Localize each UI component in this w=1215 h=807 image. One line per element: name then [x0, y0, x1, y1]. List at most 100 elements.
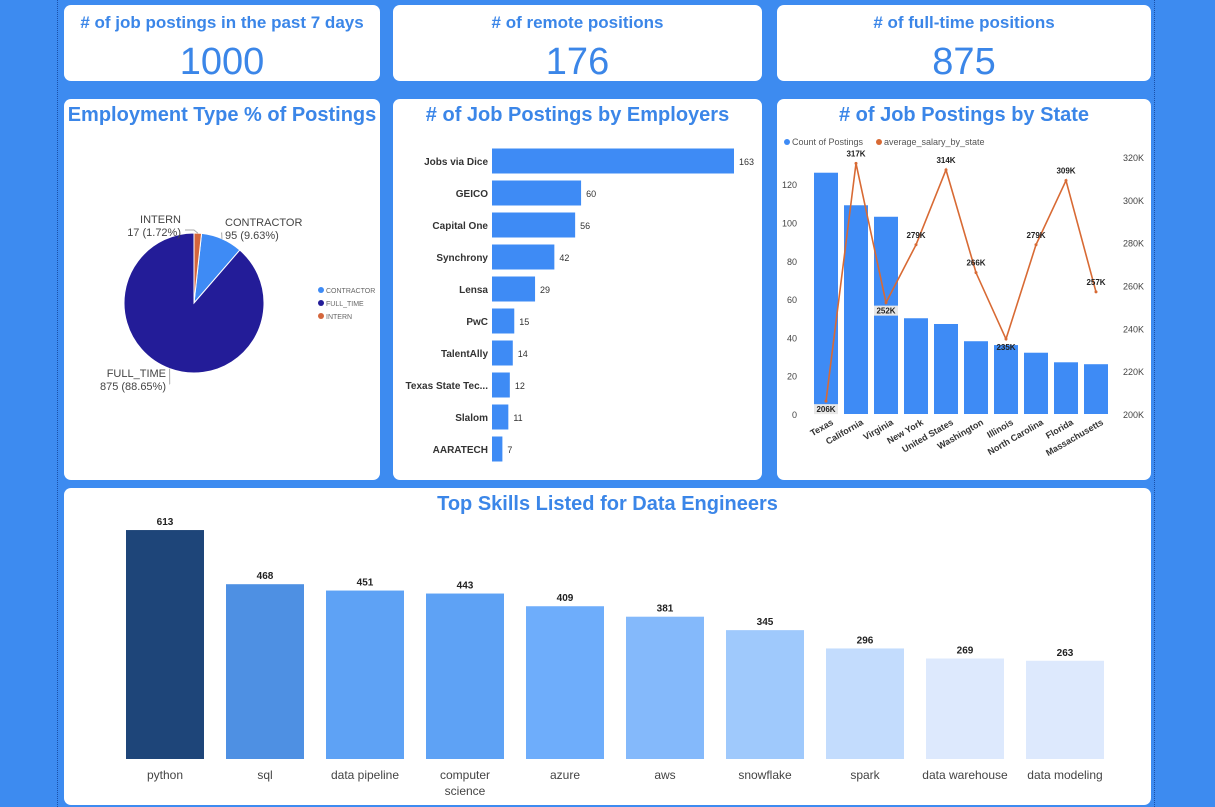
line-point: [1064, 179, 1068, 183]
state-combo-chart: Count of Postings average_salary_by_state…: [782, 137, 1144, 458]
category-label: GEICO: [456, 189, 488, 200]
line-point: [824, 399, 828, 403]
legend-label: FULL_TIME: [326, 301, 364, 308]
data-label: 613: [157, 517, 174, 528]
kpi-card-postings: # of job postings in the past 7 days 100…: [64, 5, 380, 81]
bar: [492, 404, 509, 430]
legend-label: INTERN: [326, 314, 352, 321]
bar: [492, 276, 536, 302]
bar: [904, 318, 928, 414]
category-label: python: [147, 768, 183, 782]
category-label: Jobs via Dice: [424, 157, 488, 168]
legend-marker: [784, 139, 790, 145]
category-label: TalentAlly: [441, 349, 488, 360]
bar: [844, 205, 868, 414]
bar: [492, 308, 515, 334]
bar: [1024, 352, 1048, 414]
bar: [492, 148, 734, 174]
data-label: 263: [1057, 648, 1074, 659]
legend-marker: [318, 300, 324, 306]
data-label: 279K: [906, 231, 925, 240]
bar: [326, 590, 404, 759]
bar: [526, 606, 604, 759]
bar: [964, 341, 988, 414]
bar: [492, 372, 510, 398]
legend-marker: [318, 313, 324, 319]
category-label: science: [445, 784, 486, 798]
y-tick-left: 40: [787, 333, 797, 343]
skills-bar-chart: 613 python 468 sql 451 data pipeline 443 comput…: [126, 517, 1104, 798]
y-tick-left: 20: [787, 372, 797, 382]
canvas-edge-right: [1154, 0, 1155, 807]
line-point: [1094, 290, 1098, 294]
y-tick-right: 240K: [1123, 324, 1144, 334]
bar: [492, 180, 582, 206]
slice-value: 17 (1.72%): [127, 227, 181, 239]
data-label: 317K: [846, 149, 865, 158]
data-label: 235K: [996, 343, 1015, 352]
line-point: [944, 168, 948, 172]
data-label: 252K: [876, 307, 895, 316]
slice-value: 95 (9.63%): [225, 230, 279, 242]
employment-pie-chart: CONTRACTOR95 (9.63%)INTERN17 (1.72%)FULL…: [100, 214, 375, 393]
category-label: data pipeline: [331, 768, 399, 782]
line-point: [884, 301, 888, 305]
data-label: 409: [557, 593, 574, 604]
slice-label: FULL_TIME: [107, 368, 166, 380]
y-tick-right: 200K: [1123, 410, 1144, 420]
kpi-value: 1000: [179, 41, 265, 81]
legend-marker: [876, 139, 882, 145]
data-label: 314K: [936, 156, 955, 165]
data-label: 206K: [816, 405, 835, 414]
y-tick-left: 100: [782, 219, 797, 229]
data-label: 309K: [1056, 167, 1075, 176]
legend-label: Count of Postings: [792, 137, 864, 147]
line-point: [854, 161, 858, 165]
data-label: 381: [657, 604, 674, 615]
data-label: 451: [357, 578, 374, 589]
data-label: 443: [457, 581, 474, 592]
category-label: Capital One: [432, 221, 488, 232]
data-label: 56: [580, 221, 590, 231]
y-tick-right: 280K: [1123, 239, 1144, 249]
category-label: snowflake: [738, 768, 792, 782]
kpi-card-fulltime: # of full-time positions 875: [777, 5, 1151, 81]
legend-label: average_salary_by_state: [884, 137, 985, 147]
data-label: 345: [757, 617, 774, 628]
bar: [492, 340, 513, 366]
category-label: Synchrony: [436, 253, 488, 264]
data-label: 14: [518, 349, 528, 359]
bar: [126, 530, 204, 759]
y-tick-right: 260K: [1123, 282, 1144, 292]
bar: [826, 648, 904, 759]
bar: [926, 658, 1004, 759]
category-label: aws: [654, 768, 675, 782]
slice-value: 875 (88.65%): [100, 381, 166, 393]
bar: [492, 212, 576, 238]
kpi-value: 875: [932, 41, 996, 81]
kpi-title: # of remote positions: [491, 13, 664, 32]
y-tick-right: 320K: [1123, 153, 1144, 163]
data-label: 7: [507, 445, 512, 455]
category-label: data modeling: [1027, 768, 1102, 782]
data-label: 60: [586, 189, 596, 199]
line-point: [1004, 337, 1008, 341]
kpi-title: # of job postings in the past 7 days: [80, 13, 364, 32]
kpi-card-remote: # of remote positions 176: [393, 5, 762, 81]
category-label: Texas State Tec...: [406, 381, 489, 392]
bar: [1054, 362, 1078, 414]
slice-label: INTERN: [140, 214, 181, 226]
bar: [934, 323, 958, 414]
data-label: 15: [519, 317, 529, 327]
employers-bar-chart: Jobs via Dice 163 GEICO 60 Capital One 56 Sync…: [406, 148, 754, 462]
data-label: 266K: [966, 259, 985, 268]
kpi-value: 176: [545, 41, 610, 81]
slice-label: CONTRACTOR: [225, 217, 302, 229]
legend-label: CONTRACTOR: [326, 288, 375, 295]
state-card: # of Job Postings by State Count of Post…: [777, 99, 1151, 480]
y-tick-right: 300K: [1123, 196, 1144, 206]
bar: [1084, 364, 1108, 414]
data-label: 468: [257, 571, 274, 582]
data-label: 257K: [1086, 278, 1105, 287]
line-point: [914, 243, 918, 247]
